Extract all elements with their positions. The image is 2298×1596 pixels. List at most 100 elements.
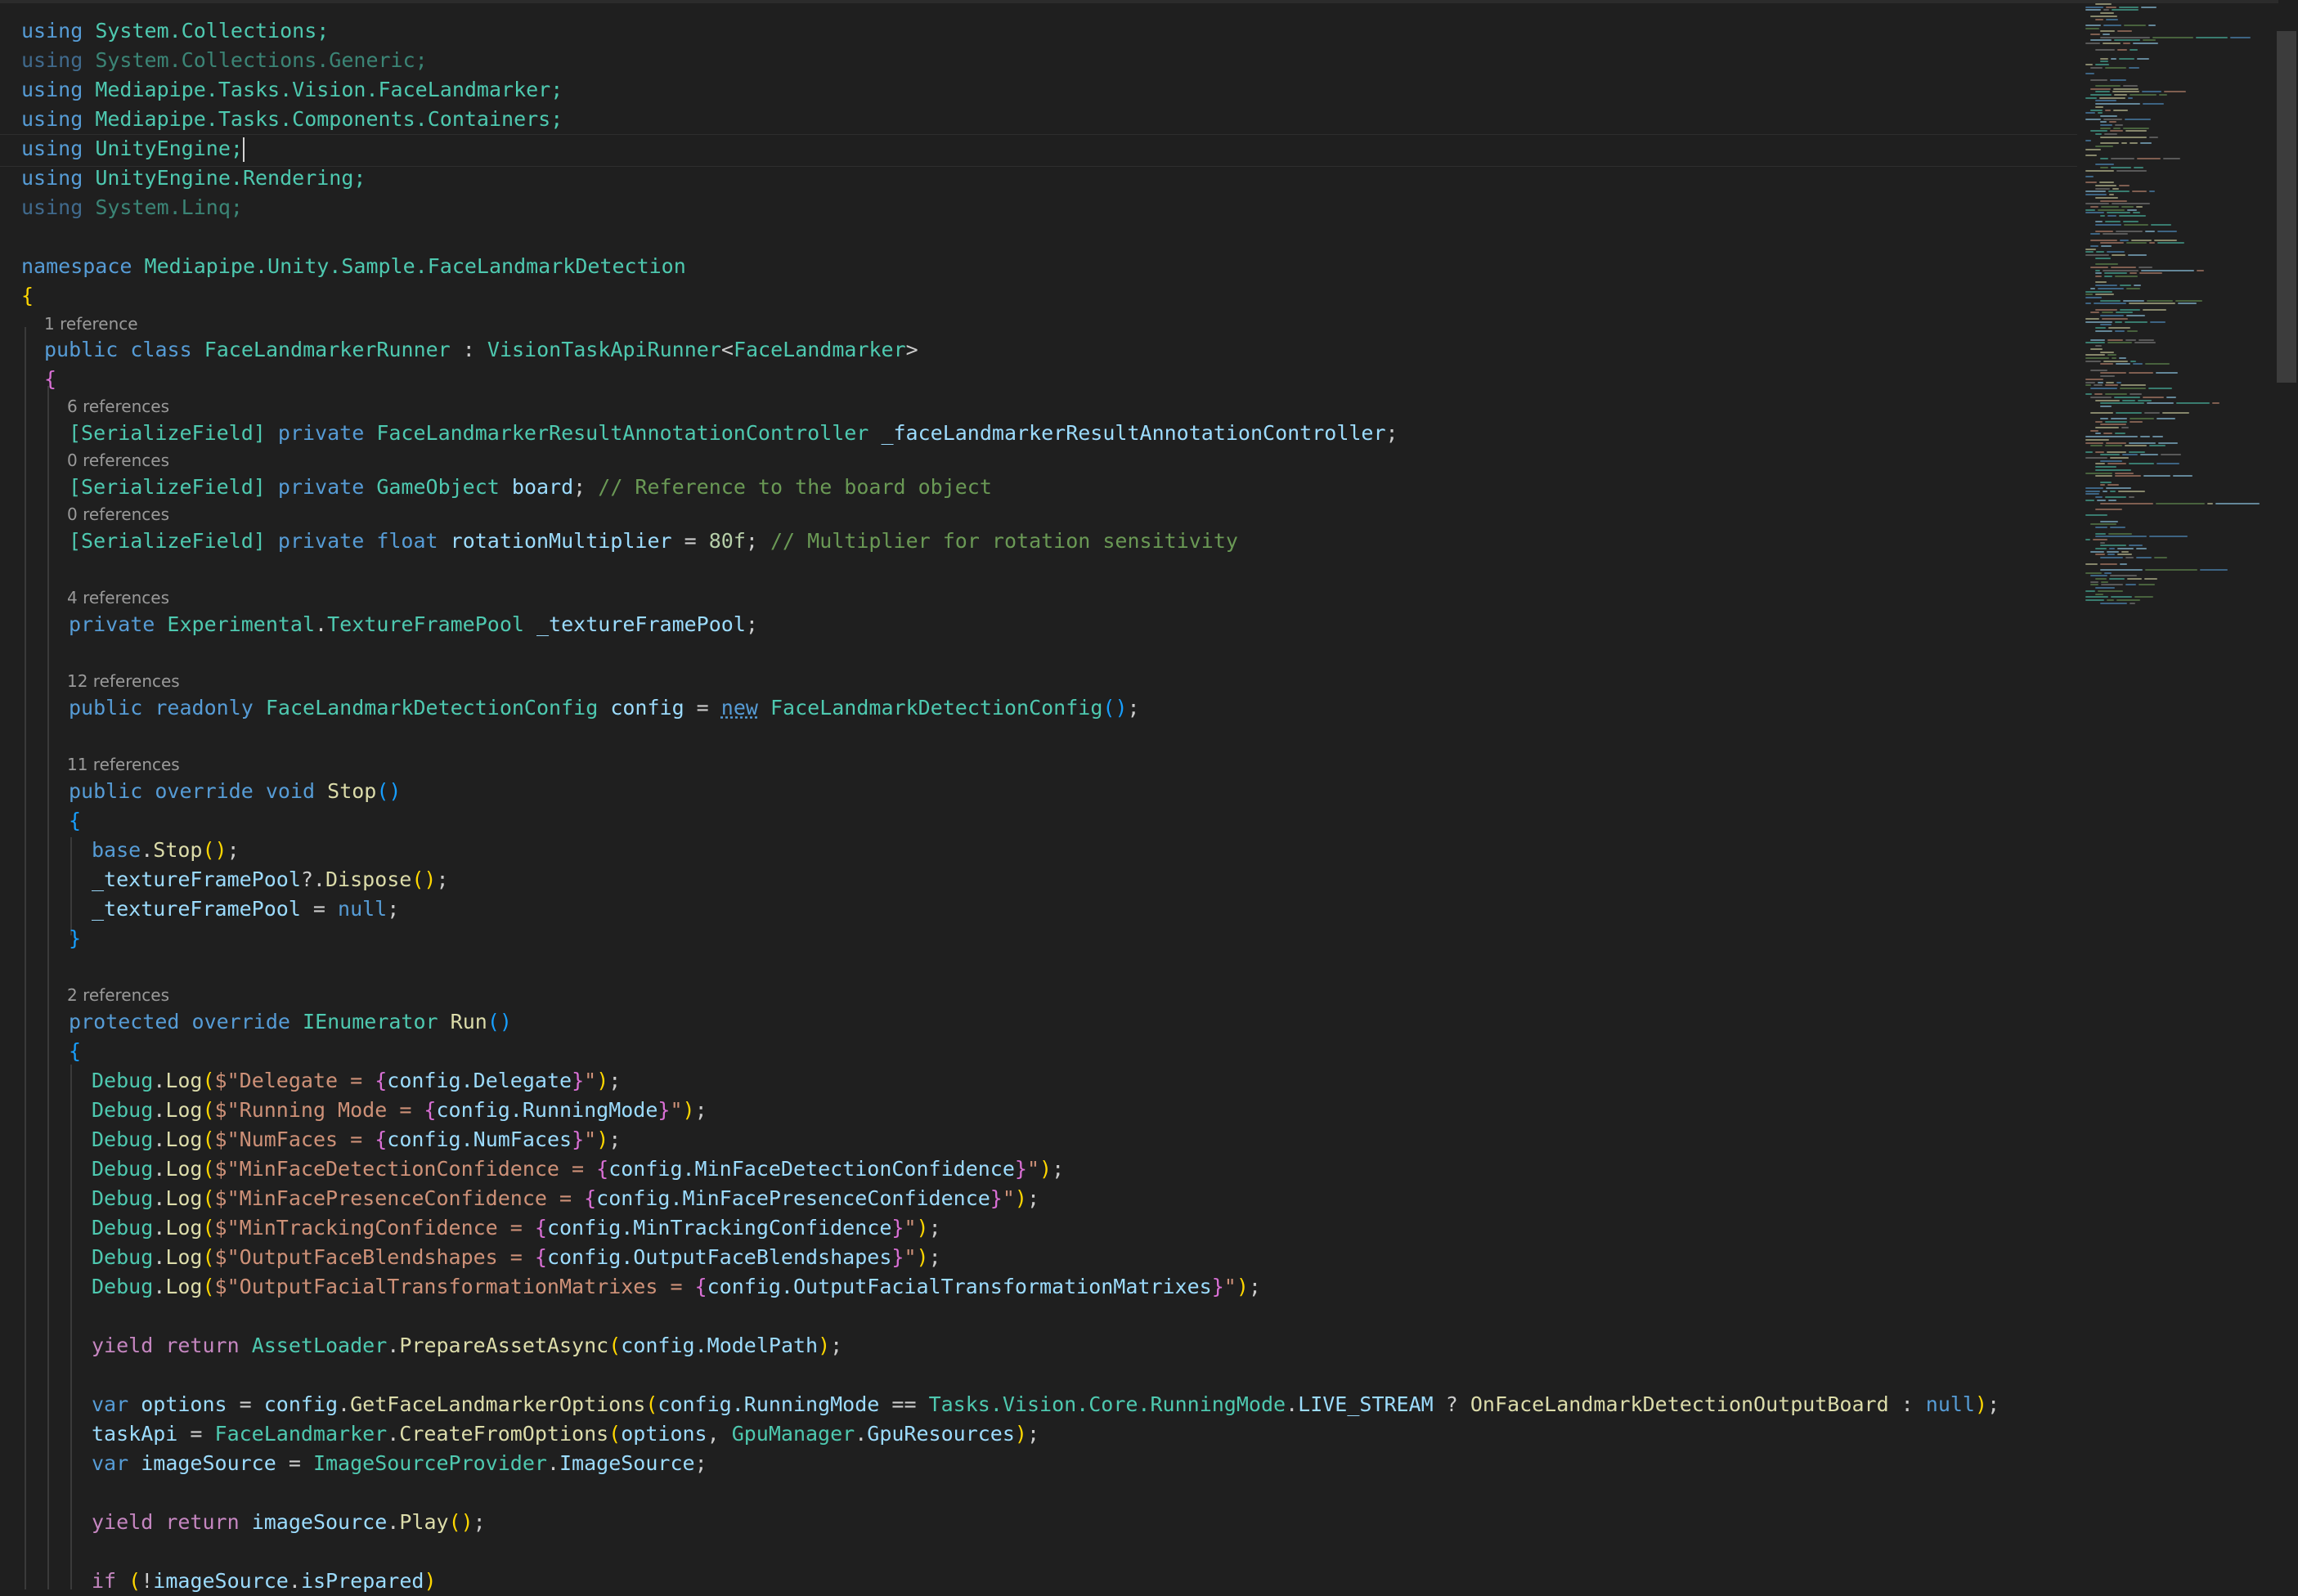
- codelens-config[interactable]: 12 references: [67, 669, 180, 693]
- minimap-line: [2085, 499, 2094, 501]
- minimap-line: [2095, 145, 2113, 147]
- minimap-line: [2085, 451, 2093, 453]
- minimap-line: [2095, 451, 2104, 453]
- minimap-line: [2117, 30, 2132, 33]
- code-line-log-delegate[interactable]: Debug.Log($"Delegate = {config.Delegate}…: [92, 1066, 621, 1096]
- code-line-yield-play[interactable]: yield return imageSource.Play();: [92, 1508, 486, 1537]
- minimap-line: [2107, 251, 2125, 253]
- code-line-class-open[interactable]: {: [44, 365, 56, 394]
- method-name: Log: [165, 1069, 203, 1092]
- minimap-line: [2095, 272, 2102, 275]
- code-line-run-sig[interactable]: protected override IEnumerator Run(): [69, 1007, 512, 1037]
- minimap-line: [2105, 384, 2118, 387]
- code-line-imagesource[interactable]: var imageSource = ImageSourceProvider.Im…: [92, 1449, 707, 1478]
- code-line-yield-prepare[interactable]: yield return AssetLoader.PrepareAssetAsy…: [92, 1331, 842, 1361]
- codelens-class[interactable]: 1 reference: [44, 312, 138, 336]
- code-line-log-matrixes[interactable]: Debug.Log($"OutputFacialTransformationMa…: [92, 1272, 1261, 1302]
- code-line-options[interactable]: var options = config.GetFaceLandmarkerOp…: [92, 1390, 2000, 1419]
- code-line-log-minpresence[interactable]: Debug.Log($"MinFacePresenceConfidence = …: [92, 1184, 1039, 1213]
- codelens-stop[interactable]: 11 references: [67, 752, 180, 777]
- code-line-log-blendshapes[interactable]: Debug.Log($"OutputFaceBlendshapes = {con…: [92, 1243, 941, 1272]
- code-line-log-mintracking[interactable]: Debug.Log($"MinTrackingConfidence = {con…: [92, 1213, 941, 1243]
- minimap-line: [2085, 354, 2105, 356]
- minimap-line: [2085, 563, 2098, 565]
- code-line-base-stop[interactable]: base.Stop();: [92, 836, 240, 865]
- minimap-line: [2126, 287, 2140, 289]
- codelens-rotation-field[interactable]: 0 references: [67, 502, 169, 527]
- code-line-dispose[interactable]: _textureFramePool?.Dispose();: [92, 865, 449, 894]
- minimap-line: [2215, 502, 2260, 504]
- scrollbar-thumb[interactable]: [2277, 31, 2296, 383]
- minimap[interactable]: [2077, 0, 2278, 1589]
- minimap-line: [2107, 451, 2126, 453]
- minimap-line: [2095, 548, 2107, 549]
- method-name: Log: [165, 1275, 203, 1298]
- minimap-line: [2100, 602, 2127, 604]
- minimap-line: [2123, 43, 2130, 45]
- code-line-2[interactable]: using System.Collections.Generic;: [21, 46, 428, 75]
- codelens-board-field[interactable]: 0 references: [67, 448, 169, 473]
- code-line-6[interactable]: using UnityEngine.Rendering;: [21, 164, 366, 193]
- code-line-class[interactable]: public class FaceLandmarkerRunner : Visi…: [44, 335, 918, 365]
- code-line-stop-sig[interactable]: public override void Stop(): [69, 777, 401, 806]
- base-class: VisionTaskApiRunner: [487, 338, 721, 361]
- minimap-line: [2111, 596, 2132, 598]
- minimap-line: [2116, 312, 2133, 314]
- keyword: namespace: [21, 254, 132, 278]
- minimap-line: [2085, 96, 2097, 99]
- attribute: [SerializeField]: [69, 529, 266, 553]
- type-name: RunningMode: [1150, 1392, 1286, 1416]
- minimap-line: [2100, 121, 2107, 123]
- minimap-line: [2110, 575, 2137, 577]
- minimap-line: [2159, 94, 2167, 96]
- code-line-3[interactable]: using Mediapipe.Tasks.Vision.FaceLandmar…: [21, 75, 563, 105]
- code-line-annotation-field[interactable]: [SerializeField] private FaceLandmarkerR…: [69, 419, 1398, 448]
- codelens-annotation-field[interactable]: 6 references: [67, 394, 169, 419]
- minimap-line: [2144, 411, 2160, 414]
- code-line-9[interactable]: namespace Mediapipe.Unity.Sample.FaceLan…: [21, 252, 686, 281]
- code-line-1[interactable]: using System.Collections;: [21, 16, 329, 46]
- minimap-line: [2117, 548, 2134, 549]
- minimap-line: [2109, 578, 2125, 580]
- code-line-log-mindetect[interactable]: Debug.Log($"MinFaceDetectionConfidence =…: [92, 1154, 1064, 1184]
- minimap-line: [2110, 457, 2129, 459]
- code-line-board-field[interactable]: [SerializeField] private GameObject boar…: [69, 473, 992, 502]
- code-line-taskapi[interactable]: taskApi = FaceLandmarker.CreateFromOptio…: [92, 1419, 1039, 1449]
- code-line-run-open[interactable]: {: [69, 1037, 81, 1066]
- code-line-5[interactable]: using UnityEngine;: [21, 134, 245, 164]
- minimap-line: [2104, 572, 2112, 574]
- minimap-line: [2125, 557, 2134, 559]
- code-line-7[interactable]: using System.Linq;: [21, 193, 243, 222]
- code-editor[interactable]: using System.Collections; using System.C…: [0, 0, 2077, 1593]
- code-line-null-assign[interactable]: _textureFramePool = null;: [92, 894, 399, 924]
- minimap-line: [2085, 514, 2107, 517]
- minimap-line: [2105, 66, 2126, 69]
- minimap-line: [2107, 484, 2119, 486]
- minimap-line: [2114, 397, 2140, 398]
- comment: // Reference to the board object: [598, 475, 992, 499]
- minimap-line: [2164, 91, 2186, 93]
- minimap-line: [2143, 308, 2166, 311]
- codelens-texture-pool[interactable]: 4 references: [67, 585, 169, 610]
- code-line-if-prepared[interactable]: if (!imageSource.isPrepared): [92, 1567, 437, 1596]
- namespace-ref: Experimental: [167, 612, 316, 636]
- minimap-line: [2134, 342, 2156, 344]
- minimap-line: [2085, 596, 2108, 598]
- interp-expr: config.OutputFaceBlendshapes: [546, 1245, 892, 1269]
- code-line-log-runningmode[interactable]: Debug.Log($"Running Mode = {config.Runni…: [92, 1096, 707, 1125]
- minimap-line: [2150, 321, 2166, 323]
- minimap-line: [2121, 142, 2127, 145]
- type-name: Debug: [92, 1069, 154, 1092]
- code-line-10[interactable]: {: [21, 281, 34, 311]
- code-line-log-numfaces[interactable]: Debug.Log($"NumFaces = {config.NumFaces}…: [92, 1125, 621, 1154]
- code-line-rotation-field[interactable]: [SerializeField] private float rotationM…: [69, 527, 1238, 556]
- code-line-texture-pool[interactable]: private Experimental.TextureFramePool _t…: [69, 610, 758, 639]
- code-line-stop-open[interactable]: {: [69, 806, 81, 836]
- minimap-line: [2085, 175, 2094, 177]
- code-line-config[interactable]: public readonly FaceLandmarkDetectionCon…: [69, 693, 1140, 723]
- code-line-4[interactable]: using Mediapipe.Tasks.Components.Contain…: [21, 105, 563, 134]
- code-line-stop-close[interactable]: }: [69, 924, 81, 953]
- minimap-line: [2156, 372, 2178, 374]
- codelens-run[interactable]: 2 references: [67, 983, 169, 1007]
- minimap-line: [2149, 191, 2155, 193]
